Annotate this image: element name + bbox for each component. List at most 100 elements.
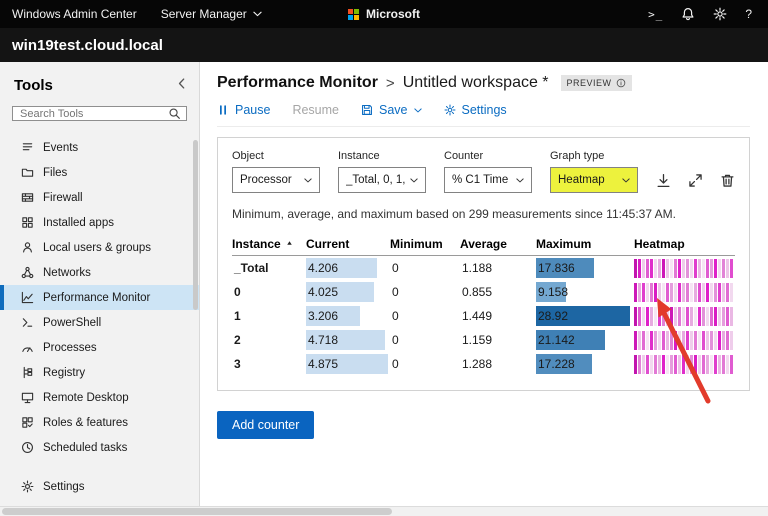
cell-heatmap — [634, 258, 735, 278]
cell-instance: 3 — [232, 354, 306, 374]
column-header-current[interactable]: Current — [306, 237, 390, 251]
field-label: Instance — [338, 150, 426, 162]
column-header-label: Maximum — [536, 237, 591, 251]
powershell-console-icon[interactable]: >_ — [648, 8, 663, 21]
info-icon[interactable] — [616, 78, 626, 88]
cell-heatmap — [634, 354, 735, 374]
processes-icon — [21, 341, 34, 354]
pause-icon — [217, 104, 229, 116]
sidebar-item-label: Scheduled tasks — [43, 442, 127, 454]
counter-dropdown[interactable]: % C1 Time — [444, 167, 532, 193]
cell-minimum: 0 — [390, 258, 460, 278]
table-row: 34.87501.28817.228 — [232, 352, 735, 376]
dropdown-value: Processor — [240, 174, 292, 186]
chevron-down-icon — [414, 108, 422, 113]
gear-icon — [444, 104, 456, 116]
sidebar-item-local-users-groups[interactable]: Local users & groups — [0, 235, 199, 260]
breadcrumb: Performance Monitor > Untitled workspace… — [217, 74, 750, 92]
field-instance: Instance _Total, 0, 1, — [338, 150, 426, 193]
table-row: _Total4.20601.18817.836 — [232, 256, 735, 280]
column-header-label: Minimum — [390, 237, 443, 251]
firewall-icon — [21, 191, 34, 204]
sidebar-item-label: PowerShell — [43, 317, 101, 329]
sidebar-item-label: Performance Monitor — [43, 292, 150, 304]
connection-bar: win19test.cloud.local — [0, 28, 768, 62]
column-header-heatmap[interactable]: Heatmap — [634, 237, 735, 251]
sidebar-item-networks[interactable]: Networks — [0, 260, 199, 285]
sidebar-item-installed-apps[interactable]: Installed apps — [0, 210, 199, 235]
horizontal-scrollbar[interactable] — [0, 506, 768, 516]
field-graph-type: Graph type Heatmap — [550, 150, 638, 193]
sidebar-item-performance-monitor[interactable]: Performance Monitor — [0, 285, 199, 310]
table-header: Instance CurrentMinimum AverageMaximum Heat… — [232, 232, 735, 256]
networks-icon — [21, 266, 34, 279]
sidebar-scrollbar[interactable] — [193, 140, 198, 310]
brand-area: Microsoft — [348, 7, 420, 21]
sidebar-item-settings[interactable]: Settings — [0, 474, 199, 499]
pause-button[interactable]: Pause — [217, 103, 270, 117]
cell-current: 4.206 — [306, 258, 390, 278]
cell-instance: 2 — [232, 330, 306, 350]
collapse-sidebar-button[interactable] — [178, 76, 185, 94]
sidebar-item-label: Registry — [43, 367, 85, 379]
sidebar-item-processes[interactable]: Processes — [0, 335, 199, 360]
sidebar-item-firewall[interactable]: Firewall — [0, 185, 199, 210]
settings-button[interactable]: Settings — [444, 103, 507, 117]
graph-type-dropdown[interactable]: Heatmap — [550, 167, 638, 193]
resume-label: Resume — [292, 103, 339, 117]
cell-heatmap — [634, 330, 735, 350]
perf-toolbar: Pause Resume Save Settings — [217, 103, 750, 127]
server-name: win19test.cloud.local — [12, 37, 163, 54]
cell-instance: 1 — [232, 306, 306, 326]
cell-minimum: 0 — [390, 282, 460, 302]
trash-icon[interactable] — [720, 173, 735, 188]
column-header-minimum[interactable]: Minimum — [390, 237, 460, 251]
server-manager-menu[interactable]: Server Manager — [161, 7, 262, 21]
instance-dropdown[interactable]: _Total, 0, 1, — [338, 167, 426, 193]
search-icon[interactable] — [168, 107, 181, 120]
powershell-icon — [21, 316, 34, 329]
tools-sidebar: Tools EventsFilesFirewallInstalled appsL… — [0, 62, 200, 506]
resume-button[interactable]: Resume — [292, 103, 339, 117]
sidebar-item-roles-features[interactable]: Roles & features — [0, 410, 199, 435]
column-header-average[interactable]: Average — [460, 237, 536, 251]
save-button[interactable]: Save — [361, 103, 422, 117]
registry-icon — [21, 366, 34, 379]
sidebar-item-files[interactable]: Files — [0, 160, 199, 185]
expand-icon[interactable] — [688, 173, 703, 188]
cell-average: 1.159 — [460, 330, 536, 350]
cell-maximum: 21.142 — [536, 330, 634, 350]
object-dropdown[interactable]: Processor — [232, 167, 320, 193]
field-label: Graph type — [550, 150, 638, 162]
sidebar-item-registry[interactable]: Registry — [0, 360, 199, 385]
cell-maximum: 17.836 — [536, 258, 634, 278]
search-tools-box — [12, 106, 187, 121]
table-body: _Total4.20601.18817.83604.02500.8559.158… — [232, 256, 735, 376]
sort-asc — [285, 239, 294, 248]
chevron-down-icon — [253, 11, 262, 17]
panel-actions — [656, 167, 735, 193]
sidebar-item-label: Installed apps — [43, 217, 114, 229]
help-icon[interactable]: ? — [745, 7, 752, 21]
bell-icon[interactable] — [681, 7, 695, 21]
sidebar-item-label: Networks — [43, 267, 91, 279]
column-header-instance[interactable]: Instance — [232, 237, 306, 251]
column-header-maximum[interactable]: Maximum — [536, 237, 634, 251]
sidebar-item-scheduled-tasks[interactable]: Scheduled tasks — [0, 435, 199, 460]
column-header-label: Instance — [232, 237, 281, 251]
download-icon[interactable] — [656, 173, 671, 188]
gear-icon[interactable] — [713, 7, 727, 21]
cell-average: 1.188 — [460, 258, 536, 278]
add-counter-button[interactable]: Add counter — [217, 411, 314, 439]
sidebar-item-events[interactable]: Events — [0, 135, 199, 160]
main-content: Performance Monitor > Untitled workspace… — [200, 62, 768, 506]
sidebar-item-label: Events — [43, 142, 78, 154]
dropdown-value: Heatmap — [558, 174, 605, 186]
search-input[interactable] — [20, 108, 162, 120]
column-header-label: Heatmap — [634, 237, 685, 251]
chevron-down — [410, 178, 418, 183]
scrollbar-thumb[interactable] — [2, 508, 392, 515]
installed-apps-icon — [21, 216, 34, 229]
sidebar-item-powershell[interactable]: PowerShell — [0, 310, 199, 335]
sidebar-item-remote-desktop[interactable]: Remote Desktop — [0, 385, 199, 410]
